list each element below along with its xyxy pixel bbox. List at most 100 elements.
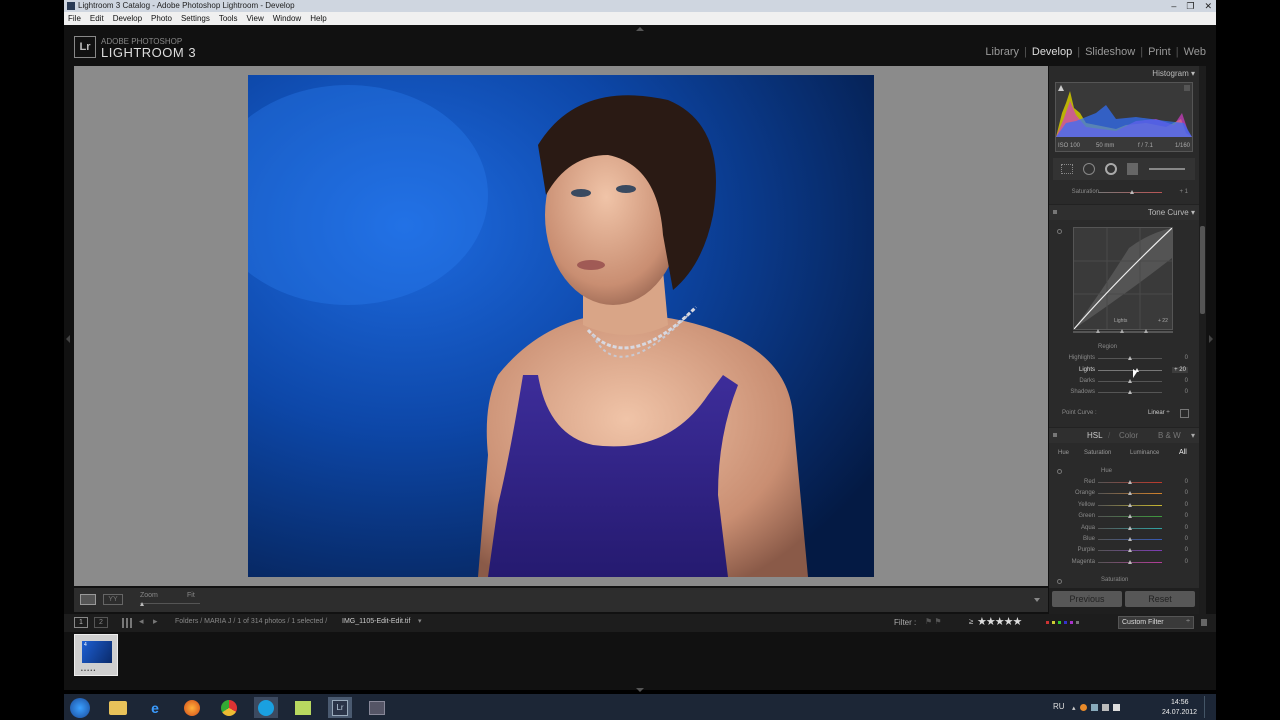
menu-view[interactable]: View bbox=[247, 14, 264, 23]
module-web[interactable]: Web bbox=[1184, 46, 1206, 58]
hsl-hue-slider-purple[interactable]: Purple 0 bbox=[1049, 545, 1199, 556]
menu-window[interactable]: Window bbox=[273, 14, 301, 23]
split-point-highlights-icon[interactable] bbox=[1144, 329, 1148, 333]
menu-edit[interactable]: Edit bbox=[90, 14, 104, 23]
hsl-hue-thumb-icon[interactable] bbox=[1128, 537, 1132, 541]
media-app-icon[interactable] bbox=[365, 697, 389, 718]
hsl-hue-thumb-icon[interactable] bbox=[1128, 514, 1132, 519]
loupe-view-icon[interactable] bbox=[80, 594, 96, 605]
menu-develop[interactable]: Develop bbox=[113, 14, 142, 23]
bw-title[interactable]: B & W bbox=[1158, 431, 1181, 440]
hsl-hue-value[interactable]: 0 bbox=[1185, 547, 1188, 553]
back-arrow-icon[interactable]: ◂ bbox=[139, 616, 144, 627]
tray-network-icon[interactable] bbox=[1090, 704, 1098, 711]
minimize-icon[interactable]: – bbox=[1171, 0, 1176, 12]
zoom-slider-thumb-icon[interactable] bbox=[140, 602, 144, 606]
secondary-window-button[interactable]: 2 bbox=[94, 617, 108, 628]
notes-app-icon[interactable] bbox=[291, 697, 315, 718]
hsl-hue-value[interactable]: 0 bbox=[1185, 490, 1188, 496]
hsl-hue-thumb-icon[interactable] bbox=[1128, 548, 1132, 553]
tray-flag-icon[interactable] bbox=[1112, 704, 1120, 711]
tone-curve-toggle-icon[interactable] bbox=[1053, 210, 1057, 214]
tone-thumb-shadows-icon[interactable] bbox=[1128, 390, 1132, 394]
module-library[interactable]: Library bbox=[985, 46, 1019, 58]
tone-slider-highlights[interactable]: Highlights 0 bbox=[1049, 353, 1199, 364]
histogram-header[interactable]: Histogram ▾ bbox=[1152, 69, 1195, 78]
crop-tool-icon[interactable] bbox=[1061, 164, 1073, 174]
tab-luminance[interactable]: Luminance bbox=[1130, 450, 1159, 456]
hsl-title[interactable]: HSL bbox=[1087, 431, 1103, 440]
maximize-icon[interactable]: ❐ bbox=[1186, 0, 1194, 12]
saturation-thumb-icon[interactable] bbox=[1130, 190, 1134, 194]
filmstrip-breadcrumb[interactable]: Folders / MARIA J / 1 of 314 photos / 1 … bbox=[175, 618, 327, 625]
menu-settings[interactable]: Settings bbox=[181, 14, 210, 23]
before-after-view-icon[interactable]: YY bbox=[103, 594, 123, 605]
language-indicator[interactable]: RU bbox=[1053, 702, 1065, 711]
hsl-hue-value[interactable]: 0 bbox=[1185, 513, 1188, 519]
hsl-hue-slider-yellow[interactable]: Yellow 0 bbox=[1049, 500, 1199, 511]
previous-button[interactable]: Previous bbox=[1052, 591, 1122, 607]
tab-saturation[interactable]: Saturation bbox=[1084, 450, 1111, 456]
close-icon[interactable]: ✕ bbox=[1204, 0, 1212, 12]
internet-explorer-icon[interactable]: e bbox=[143, 697, 167, 718]
grid-view-icon[interactable] bbox=[122, 618, 132, 628]
clock-date[interactable]: 24.07.2012 bbox=[1162, 709, 1197, 716]
filename-menu-icon[interactable]: ▾ bbox=[418, 617, 422, 625]
right-panel-scrollbar[interactable] bbox=[1199, 66, 1206, 614]
firefox-icon[interactable] bbox=[180, 697, 204, 718]
hsl-hue-value[interactable]: 0 bbox=[1185, 525, 1188, 531]
hsl-hue-thumb-icon[interactable] bbox=[1128, 480, 1132, 484]
zoom-slider[interactable] bbox=[140, 603, 200, 604]
tray-app-icon[interactable] bbox=[1079, 704, 1087, 711]
point-curve-select[interactable]: Linear ÷ bbox=[1148, 410, 1170, 416]
highlight-clipping-icon[interactable] bbox=[1184, 85, 1190, 91]
module-print[interactable]: Print bbox=[1148, 46, 1171, 58]
explorer-icon[interactable] bbox=[106, 697, 130, 718]
tone-slider-shadows[interactable]: Shadows 0 bbox=[1049, 387, 1199, 398]
hsl-targeted-adjustment-icon[interactable] bbox=[1057, 469, 1062, 474]
split-point-shadows-icon[interactable] bbox=[1096, 329, 1100, 333]
reset-button[interactable]: Reset bbox=[1125, 591, 1195, 607]
split-point-mid-icon[interactable] bbox=[1120, 329, 1124, 333]
graduated-filter-tool-icon[interactable] bbox=[1127, 163, 1138, 175]
hsl-hue-slider-orange[interactable]: Orange 0 bbox=[1049, 488, 1199, 499]
left-panel-toggle-icon[interactable] bbox=[66, 335, 70, 343]
shadow-clipping-icon[interactable] bbox=[1058, 85, 1064, 91]
clock-time[interactable]: 14:56 bbox=[1171, 699, 1189, 706]
tab-all[interactable]: All bbox=[1179, 449, 1187, 456]
tone-slider-lights[interactable]: Lights + 20 bbox=[1049, 365, 1199, 376]
color-label-yellow-icon[interactable] bbox=[1052, 621, 1055, 624]
red-eye-tool-icon[interactable] bbox=[1105, 163, 1117, 175]
menu-file[interactable]: File bbox=[68, 14, 81, 23]
custom-filter-select[interactable]: Custom Filter ÷ bbox=[1118, 616, 1194, 629]
tray-arrow-icon[interactable]: ▴ bbox=[1072, 704, 1076, 712]
tab-hue[interactable]: Hue bbox=[1058, 450, 1069, 456]
color-label-green-icon[interactable] bbox=[1058, 621, 1061, 624]
menu-photo[interactable]: Photo bbox=[151, 14, 172, 23]
saturation-value[interactable]: + 1 bbox=[1179, 189, 1188, 195]
hsl-hue-value[interactable]: 0 bbox=[1185, 536, 1188, 542]
color-label-grey-icon[interactable] bbox=[1076, 621, 1079, 624]
color-label-red-icon[interactable] bbox=[1046, 621, 1049, 624]
toolbar-menu-chevron-icon[interactable] bbox=[1034, 598, 1040, 602]
hsl-hue-value[interactable]: 0 bbox=[1185, 559, 1188, 565]
windows-start-icon[interactable] bbox=[68, 697, 92, 718]
top-panel-toggle-icon[interactable] bbox=[636, 27, 644, 31]
menu-help[interactable]: Help bbox=[310, 14, 326, 23]
skype-icon[interactable] bbox=[254, 697, 278, 718]
hsl-collapse-icon[interactable]: ▾ bbox=[1191, 431, 1195, 440]
chrome-icon[interactable] bbox=[217, 697, 241, 718]
show-desktop-button[interactable] bbox=[1204, 696, 1214, 718]
module-develop[interactable]: Develop bbox=[1032, 46, 1072, 58]
forward-arrow-icon[interactable]: ▸ bbox=[153, 616, 158, 627]
tray-volume-icon[interactable] bbox=[1101, 704, 1109, 711]
lightroom-taskbar-icon[interactable]: Lr bbox=[328, 697, 352, 718]
right-panel-scroll-thumb[interactable] bbox=[1200, 226, 1205, 314]
hsl-hue-slider-aqua[interactable]: Aqua 0 bbox=[1049, 523, 1199, 534]
tone-value-shadows[interactable]: 0 bbox=[1185, 389, 1188, 395]
hsl-hue-slider-blue[interactable]: Blue 0 bbox=[1049, 534, 1199, 545]
filmstrip-filename[interactable]: IMG_1105-Edit-Edit.tif bbox=[342, 618, 410, 625]
system-tray-icons[interactable]: ▴ bbox=[1072, 704, 1120, 712]
tone-thumb-darks-icon[interactable] bbox=[1128, 379, 1132, 383]
hsl-hue-thumb-icon[interactable] bbox=[1128, 525, 1132, 530]
